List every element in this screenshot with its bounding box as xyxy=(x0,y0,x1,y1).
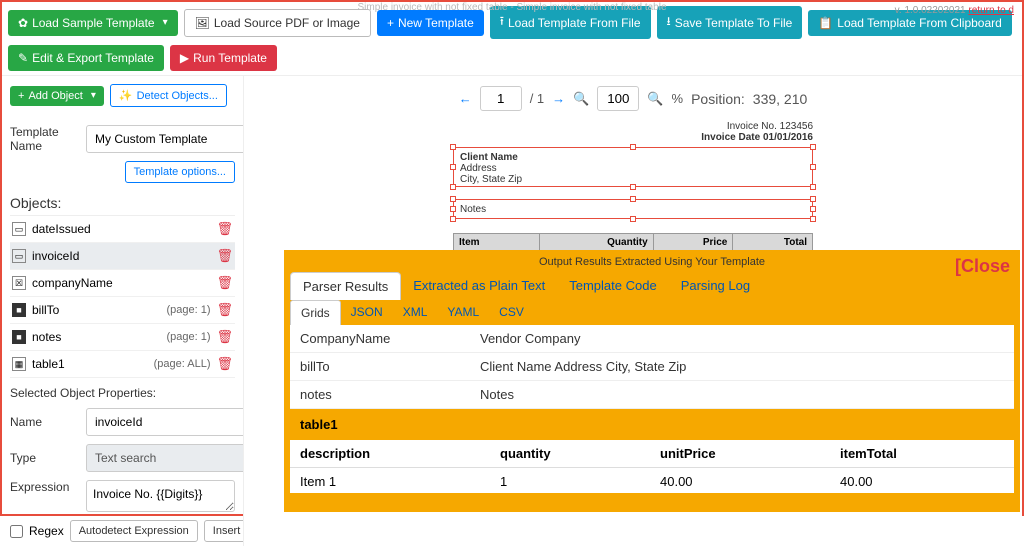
object-item[interactable]: ▭invoiceId🗑 xyxy=(10,243,235,270)
detect-objects-button[interactable]: ✨Detect Objects... xyxy=(110,84,227,107)
object-item[interactable]: ■billTo(page: 1)🗑 xyxy=(10,297,235,324)
zoom-fit-icon[interactable]: 🔍 xyxy=(647,91,663,107)
objects-list: ▭dateIssued🗑 ▭invoiceId🗑 ☒companyName🗑 ■… xyxy=(10,215,235,378)
results-body: CompanyNameVendor Company billToClient N… xyxy=(290,325,1014,493)
load-sample-button[interactable]: ✿Load Sample Template xyxy=(8,10,178,36)
save-template-file-button[interactable]: ⭳Save Template To File xyxy=(657,6,803,39)
results-panel: Output Results Extracted Using Your Temp… xyxy=(284,250,1020,512)
page-input[interactable] xyxy=(480,86,522,111)
trash-icon[interactable]: 🗑 xyxy=(216,302,233,318)
result-table-row: Item 1140.0040.00 xyxy=(290,468,1014,493)
edit-export-button[interactable]: ✎Edit & Export Template xyxy=(8,45,164,71)
plus-icon: + xyxy=(18,90,24,102)
prev-page-icon[interactable]: ← xyxy=(459,91,472,106)
billto-field-box[interactable]: Client Name Address City, State Zip xyxy=(453,147,813,187)
field-icon: ▭ xyxy=(12,249,26,263)
title-strip: Simple invoice with not fixed table - Si… xyxy=(357,2,666,13)
tab-plain-text[interactable]: Extracted as Plain Text xyxy=(401,272,557,300)
subtab-csv[interactable]: CSV xyxy=(489,300,534,325)
pdf-toolbar: ← / 1 → 🔍 🔍 % Position: 339, 210 xyxy=(254,86,1012,111)
sidebar: +Add Object ✨Detect Objects... Template … xyxy=(2,76,244,546)
properties-heading: Selected Object Properties: xyxy=(10,386,235,400)
clipboard-icon: 📋 xyxy=(818,16,833,30)
field-icon: ■ xyxy=(12,330,26,344)
object-item[interactable]: ▦table1(page: ALL)🗑 xyxy=(10,351,235,378)
regex-label: Regex xyxy=(29,524,64,538)
result-row: billToClient Name Address City, State Zi… xyxy=(290,353,1014,381)
invoice-no: Invoice No. 123456 xyxy=(453,121,813,132)
name-input[interactable] xyxy=(86,408,244,436)
play-icon: ▶ xyxy=(180,51,189,65)
object-item[interactable]: ■notes(page: 1)🗑 xyxy=(10,324,235,351)
gear-icon: ✿ xyxy=(18,16,28,30)
tab-parsing-log[interactable]: Parsing Log xyxy=(669,272,762,300)
trash-icon[interactable]: 🗑 xyxy=(216,275,233,291)
add-object-button[interactable]: +Add Object xyxy=(10,86,104,106)
percent-label: % xyxy=(672,91,684,106)
return-link[interactable]: return to d xyxy=(968,5,1014,16)
result-row: CompanyNameVendor Company xyxy=(290,325,1014,353)
new-template-button[interactable]: +New Template xyxy=(377,10,484,36)
result-table-header: descriptionquantityunitPriceitemTotal xyxy=(290,440,1014,468)
zoom-icon[interactable]: 🔍 xyxy=(573,91,589,107)
template-name-label: Template Name xyxy=(10,125,80,153)
object-item[interactable]: ☒companyName🗑 xyxy=(10,270,235,297)
version-info: v. 1.0.02202021 return to d xyxy=(895,5,1014,16)
name-label: Name xyxy=(10,415,80,429)
result-table-name: table1 xyxy=(290,409,1014,440)
top-toolbar: ✿Load Sample Template 🖼Load Source PDF o… xyxy=(2,2,1022,76)
zoom-input[interactable] xyxy=(597,86,639,111)
page-total: / 1 xyxy=(530,91,544,106)
image-icon: 🖼 xyxy=(195,16,210,30)
template-options-button[interactable]: Template options... xyxy=(125,161,235,183)
insert-macro-button[interactable]: Insert macro xyxy=(204,520,244,542)
upload-icon: ⭱ xyxy=(500,12,504,33)
field-icon: ■ xyxy=(12,303,26,317)
field-icon: ▭ xyxy=(12,222,26,236)
result-row: notesNotes xyxy=(290,381,1014,409)
result-subtabs: Grids JSON XML YAML CSV xyxy=(284,300,1020,325)
expression-label: Expression xyxy=(10,480,80,494)
expression-input[interactable]: Invoice No. {{Digits}} xyxy=(86,480,235,512)
invoice-date: Invoice Date 01/01/2016 xyxy=(453,132,813,143)
result-tabs: Parser Results Extracted as Plain Text T… xyxy=(284,272,1020,300)
results-title: Output Results Extracted Using Your Temp… xyxy=(284,252,1020,272)
tab-parser-results[interactable]: Parser Results xyxy=(290,272,401,300)
trash-icon[interactable]: 🗑 xyxy=(216,248,233,264)
load-source-button[interactable]: 🖼Load Source PDF or Image xyxy=(184,9,371,37)
plus-icon: + xyxy=(387,16,394,30)
run-template-button[interactable]: ▶Run Template xyxy=(170,45,277,71)
tab-template-code[interactable]: Template Code xyxy=(557,272,668,300)
subtab-xml[interactable]: XML xyxy=(393,300,438,325)
template-name-input[interactable] xyxy=(86,125,244,153)
trash-icon[interactable]: 🗑 xyxy=(216,329,233,345)
objects-heading: Objects: xyxy=(10,195,235,211)
download-icon: ⭳ xyxy=(667,12,671,33)
magic-icon: ✨ xyxy=(119,89,133,102)
position-value: 339, 210 xyxy=(753,91,808,107)
type-input xyxy=(86,444,244,472)
object-item[interactable]: ▭dateIssued🗑 xyxy=(10,216,235,243)
next-page-icon[interactable]: → xyxy=(552,91,565,106)
trash-icon[interactable]: 🗑 xyxy=(216,356,233,372)
subtab-yaml[interactable]: YAML xyxy=(437,300,489,325)
table-icon: ▦ xyxy=(12,357,26,371)
autodetect-button[interactable]: Autodetect Expression xyxy=(70,520,198,542)
regex-checkbox[interactable] xyxy=(10,525,23,538)
position-label: Position: xyxy=(691,91,745,107)
subtab-json[interactable]: JSON xyxy=(341,300,393,325)
close-results-button[interactable]: [Close xyxy=(955,256,1010,277)
notes-field-box[interactable]: Notes xyxy=(453,199,813,219)
edit-icon: ✎ xyxy=(18,51,28,65)
type-label: Type xyxy=(10,451,80,465)
field-icon: ☒ xyxy=(12,276,26,290)
trash-icon[interactable]: 🗑 xyxy=(216,221,233,237)
subtab-grids[interactable]: Grids xyxy=(290,300,341,325)
